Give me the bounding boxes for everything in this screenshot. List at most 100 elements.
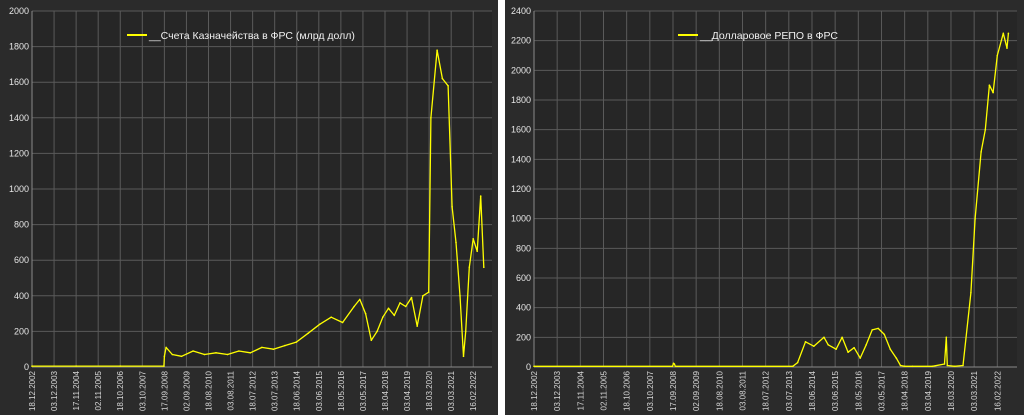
data-point — [436, 49, 438, 51]
x-tick-label: 18.06.2014 — [808, 370, 817, 411]
chart-1: 0 200 400 600 800 1000 1200 1400 1600 1800 2000 18.… — [0, 0, 498, 415]
data-point — [75, 365, 77, 367]
data-point — [483, 266, 485, 269]
chart-2: 0 200 400 600 800 1000 1200 1400 1600 1800 2000 220… — [505, 0, 1024, 415]
y-tick-label: 2000 — [511, 65, 531, 75]
y-tick-label: 800 — [516, 243, 531, 253]
y-tick-label: 1800 — [9, 42, 29, 52]
data-point — [911, 365, 914, 368]
x-tick-label: 03.05.2017 — [877, 370, 886, 411]
data-point — [163, 355, 166, 358]
data-point — [796, 361, 799, 364]
x-tick-label: 03.12.2003 — [50, 370, 59, 411]
data-point — [215, 352, 217, 354]
data-point — [441, 77, 444, 80]
data-point — [1007, 32, 1010, 35]
y-tick-label: 1000 — [511, 214, 531, 224]
y-tick-label: 200 — [14, 326, 29, 336]
x-tick-label: 18.04.2018 — [381, 370, 390, 411]
data-point — [359, 298, 361, 301]
x-tick-label: 03.10.2007 — [646, 370, 655, 411]
x-tick-label: 03.04.2019 — [403, 370, 412, 411]
data-point — [953, 365, 956, 368]
data-point — [318, 323, 321, 326]
data-point — [192, 350, 194, 352]
data-point — [399, 302, 401, 304]
data-point — [970, 292, 972, 294]
data-point — [859, 357, 861, 359]
data-point — [853, 346, 855, 349]
data-point — [1006, 47, 1008, 49]
data-point — [430, 117, 432, 119]
data-point — [883, 333, 886, 336]
x-tick-label: 03.08.2011 — [738, 370, 747, 410]
data-point — [984, 128, 987, 131]
y-tick-label: 1200 — [511, 184, 531, 194]
data-point — [988, 84, 991, 86]
data-point — [180, 355, 183, 358]
data-point — [370, 339, 373, 342]
data-point — [903, 365, 906, 368]
legend: __Счета Казначейства в ФРС (млрд долл) — [127, 30, 355, 42]
data-point — [871, 329, 873, 331]
data-point — [171, 353, 174, 356]
x-tick-label: 18.07.2012 — [249, 370, 258, 411]
data-point — [827, 344, 829, 346]
y-tick-label: 0 — [526, 362, 531, 372]
data-point — [792, 365, 794, 368]
data-point — [31, 365, 33, 367]
x-tick-label: 16.02.2022 — [993, 370, 1002, 411]
y-tick-label: 800 — [14, 220, 29, 230]
data-point — [295, 341, 298, 343]
y-tick-label: 600 — [516, 273, 531, 283]
x-tick-label: 18.12.2002 — [28, 370, 37, 411]
x-tick-label: 03.08.2011 — [227, 370, 236, 410]
x-tick-label: 03.05.2017 — [359, 370, 368, 411]
legend: __Долларовое РЕПО в ФРС — [678, 30, 838, 42]
y-tick-label: 1200 — [9, 148, 29, 158]
x-tick-label: 18.06.2014 — [293, 370, 302, 411]
data-point — [464, 330, 467, 333]
data-point — [671, 365, 674, 368]
data-point — [422, 295, 424, 297]
x-tick-label: 18.10.2006 — [116, 370, 125, 411]
data-point — [284, 344, 286, 347]
data-point — [945, 336, 948, 339]
charts-canvas: 020040060080010001200140016001800200018.… — [0, 0, 1024, 415]
data-point — [468, 266, 471, 269]
data-point — [382, 316, 384, 319]
x-tick-label: 02.11.2005 — [94, 370, 103, 410]
x-tick-label: 03.03.2021 — [447, 370, 456, 411]
data-point — [673, 363, 676, 365]
data-point — [203, 353, 206, 356]
x-tick-label: 18.03.2020 — [425, 370, 434, 411]
data-point — [980, 151, 982, 153]
x-tick-label: 02.09.2009 — [182, 370, 191, 411]
data-point — [877, 327, 879, 330]
x-tick-label: 03.06.2015 — [831, 370, 840, 411]
data-point — [459, 295, 461, 297]
data-point — [479, 195, 482, 197]
x-tick-label: 18.05.2016 — [337, 370, 346, 411]
data-point — [895, 357, 898, 359]
y-tick-label: 1400 — [511, 154, 531, 164]
data-point — [943, 363, 946, 365]
data-point — [261, 346, 263, 349]
x-tick-label: 17.11.2004 — [576, 370, 585, 410]
legend-label: __Счета Казначейства в ФРС (млрд долл) — [148, 30, 355, 42]
x-tick-label: 17.11.2004 — [72, 370, 81, 410]
y-tick-label: 400 — [14, 291, 29, 301]
x-tick-label: 03.07.2013 — [271, 370, 280, 411]
data-point — [226, 353, 229, 356]
x-tick-label: 17.09.2008 — [160, 370, 169, 411]
data-point — [376, 330, 378, 333]
data-point — [476, 250, 479, 253]
data-point — [931, 365, 934, 368]
x-tick-label: 18.03.2020 — [947, 370, 956, 411]
data-point — [841, 336, 843, 339]
data-point — [813, 345, 815, 348]
x-tick-label: 02.09.2009 — [692, 370, 701, 411]
data-point — [889, 348, 892, 351]
data-point — [163, 365, 165, 367]
x-tick-label: 03.10.2007 — [138, 370, 147, 411]
